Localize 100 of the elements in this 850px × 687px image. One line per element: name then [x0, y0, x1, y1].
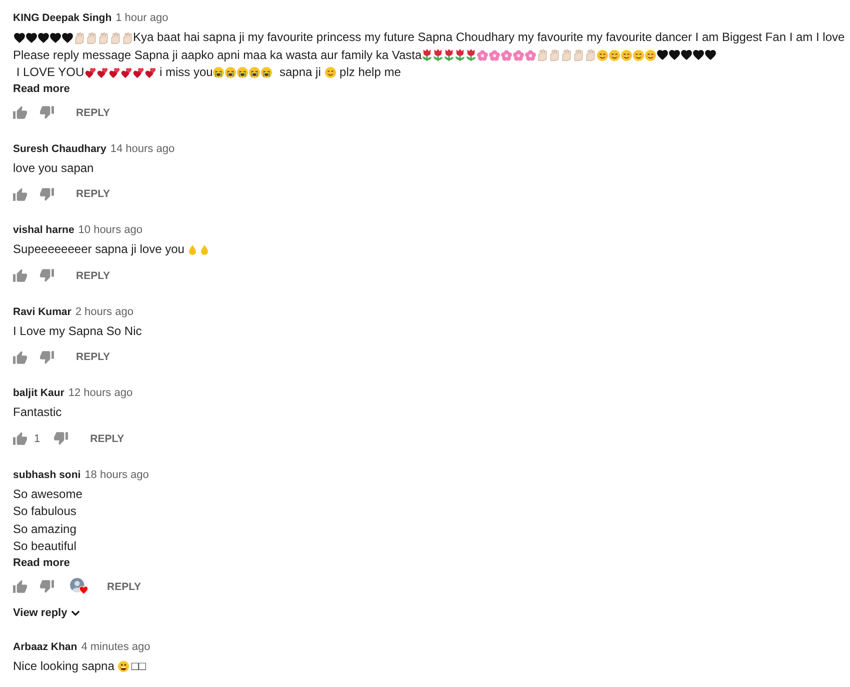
reply-button[interactable]: REPLY	[76, 104, 110, 120]
hand-icon	[574, 49, 584, 62]
crying-face-icon	[249, 67, 260, 78]
heart-icon	[62, 32, 72, 43]
comment-text: So awesome	[13, 486, 82, 502]
author-name[interactable]: KING Deepak Singh	[13, 9, 112, 27]
tulip-icon	[455, 49, 466, 62]
comment-time[interactable]: 18 hours ago	[84, 466, 149, 484]
hand-icon	[110, 32, 120, 44]
reply-button[interactable]: REPLY	[76, 268, 110, 284]
author-name[interactable]: baljit Kaur	[13, 384, 64, 402]
reply-button[interactable]: REPLY	[76, 349, 110, 365]
thumbs-up-icon[interactable]	[13, 580, 27, 593]
smiley-face-icon	[324, 67, 336, 78]
thumbs-up-icon[interactable]	[13, 350, 27, 364]
thumbs-down-icon[interactable]	[40, 580, 54, 593]
hand-icon	[538, 49, 548, 62]
smiley-face-icon	[645, 50, 656, 61]
heart-icon	[14, 32, 24, 43]
smiley-face-icon	[621, 50, 632, 61]
tulip-icon	[466, 49, 476, 62]
author-name[interactable]: Arbaaz Khan	[13, 638, 78, 656]
thumbs-down-icon[interactable]	[40, 269, 54, 282]
reply-button[interactable]: REPLY	[90, 430, 124, 446]
read-more-link[interactable]: Read more	[13, 556, 70, 570]
grinning-face-icon	[118, 660, 130, 672]
comment-text: I LOVE YOU	[15, 64, 84, 81]
thumbs-up-icon[interactable]	[13, 432, 27, 445]
crying-face-icon	[225, 67, 236, 78]
comment-time[interactable]: 2 hours ago	[75, 302, 134, 320]
thumbs-up-icon[interactable]	[13, 269, 27, 282]
tulip-icon	[422, 49, 432, 62]
comment-time[interactable]: 12 hours ago	[68, 384, 133, 402]
comment-time[interactable]: 1 hour ago	[116, 9, 168, 27]
two-hearts-icon	[144, 68, 156, 78]
comment-text: So amazing	[13, 520, 76, 538]
heart-icon	[669, 50, 680, 60]
hand-icon	[586, 49, 596, 62]
crying-face-icon	[261, 67, 272, 78]
thumbs-down-icon[interactable]	[40, 106, 54, 119]
author-name[interactable]: Suresh Chaudhary	[13, 140, 106, 158]
blossom-icon	[525, 50, 536, 61]
hand-icon	[122, 32, 132, 44]
heart-icon	[26, 32, 36, 43]
comment-text: So fabulous	[13, 503, 76, 520]
comment-time[interactable]: 14 hours ago	[110, 140, 175, 158]
comment-text: Nice looking sapna	[13, 658, 114, 674]
comment-text: plz help me	[338, 64, 401, 81]
blossom-icon	[513, 50, 524, 61]
smiley-face-icon	[633, 50, 644, 61]
hand-icon	[74, 32, 84, 44]
comment-text: love you sapan	[13, 160, 94, 176]
hand-icon	[98, 32, 108, 44]
thumbs-up-icon[interactable]	[13, 188, 27, 200]
comment-text: Please reply message Sapna ji aapko apni maa ka wasta aur family ka Vasta	[13, 46, 422, 64]
heart-icon	[693, 50, 704, 60]
tulip-icon	[433, 49, 444, 62]
blossom-icon	[477, 50, 488, 61]
author-name[interactable]: Ravi Kumar	[13, 302, 72, 320]
blossom-icon	[489, 50, 500, 61]
two-hearts-icon	[132, 68, 144, 78]
author-name[interactable]: subhash soni	[13, 466, 81, 484]
crying-face-icon	[237, 67, 248, 78]
reply-button[interactable]: REPLY	[76, 186, 110, 202]
thumbs-down-icon[interactable]	[40, 350, 54, 364]
heart-icon	[705, 50, 716, 60]
like-count: 1	[34, 432, 40, 444]
read-more-link[interactable]: Read more	[13, 82, 70, 96]
blossom-icon	[501, 50, 512, 61]
two-hearts-icon	[108, 68, 120, 78]
thumbs-down-icon[interactable]	[40, 188, 54, 200]
hand-icon	[550, 49, 560, 62]
author-name[interactable]: vishal harne	[13, 221, 74, 239]
comment-time[interactable]: 10 hours ago	[78, 221, 142, 239]
comment-text: □□	[131, 658, 146, 674]
smiley-face-icon	[597, 50, 608, 61]
thumbs-down-icon[interactable]	[54, 432, 68, 445]
reply-button[interactable]: REPLY	[107, 578, 142, 594]
comment-text: Supeeeeeeeer sapna ji love you	[13, 241, 184, 258]
drop-icon	[201, 244, 208, 255]
smiley-face-icon	[609, 50, 620, 61]
view-reply-button[interactable]: View reply	[13, 604, 80, 620]
crying-face-icon	[213, 67, 224, 78]
comment-time[interactable]: 4 minutes ago	[81, 638, 150, 656]
two-hearts-icon	[96, 68, 108, 78]
heart-icon	[50, 32, 60, 43]
comment-text: Fantastic	[13, 404, 62, 421]
thumbs-up-icon[interactable]	[13, 106, 27, 119]
hand-icon	[562, 49, 572, 62]
tulip-icon	[444, 49, 454, 62]
comment-text: I Love my Sapna So Nic	[13, 322, 142, 340]
heart-icon	[681, 50, 692, 60]
hand-icon	[86, 32, 96, 44]
comment-text: sapna ji	[278, 64, 322, 81]
two-hearts-icon	[84, 68, 96, 78]
comment-text: i miss you	[158, 64, 213, 81]
two-hearts-icon	[120, 68, 132, 78]
comment-text: So beautiful	[13, 538, 76, 555]
heart-icon	[38, 32, 48, 43]
comment-text: Kya baat hai sapna ji my favourite princess my future Sapna Choudhary my favourite my favourite dancer I am Biggest Fan I am I love	[133, 29, 845, 46]
